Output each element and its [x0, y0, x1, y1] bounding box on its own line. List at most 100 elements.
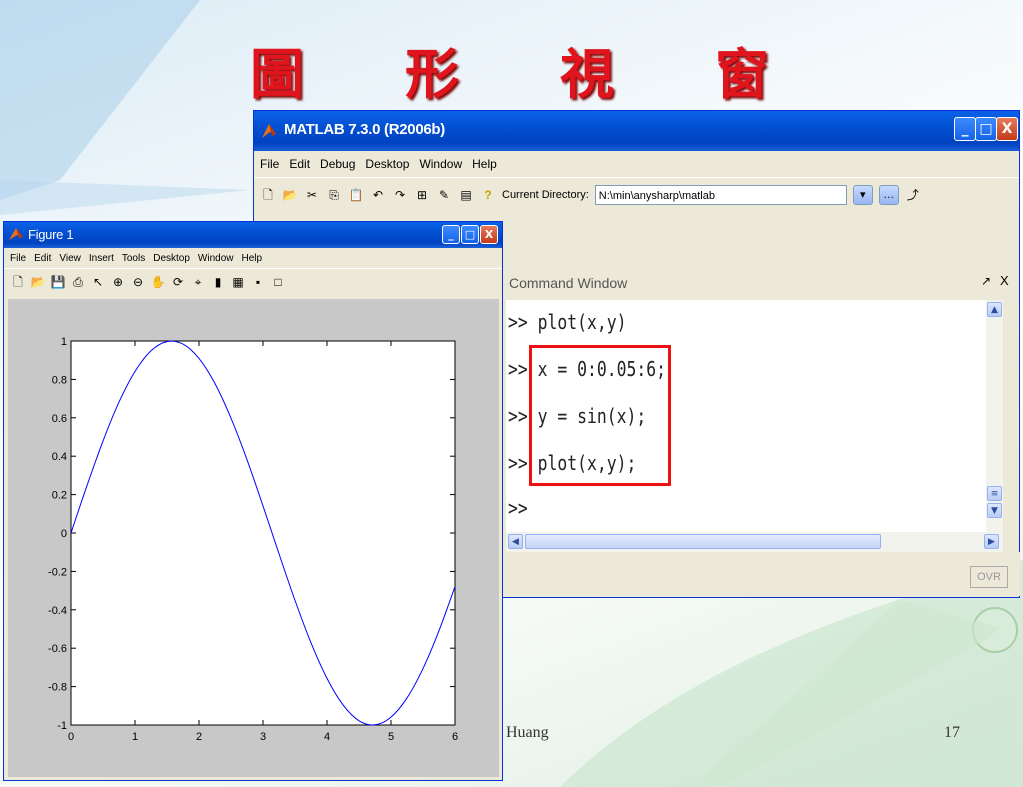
x-tick-label: 6	[452, 731, 458, 743]
footer-author: Huang	[506, 724, 549, 741]
rotate-3d-icon[interactable]: ⟳	[170, 274, 186, 290]
help-icon[interactable]: ?	[480, 187, 496, 203]
matlab-logo-icon	[8, 226, 24, 242]
fig-menu-file[interactable]: File	[10, 253, 26, 264]
figure-toolbar: 🗋 📂 💾 ⎙ ↖ ⊕ ⊖ ✋ ⟳ ⌖ ▮ ▦ ▪ □	[4, 268, 502, 295]
command-window-header: Command Window ↗ X	[506, 270, 1016, 298]
maximize-button[interactable]: □	[975, 117, 997, 141]
new-figure-icon[interactable]: 🗋	[10, 274, 26, 290]
guide-icon[interactable]: ✎	[436, 187, 452, 203]
scroll-up-icon[interactable]: ▲	[987, 302, 1002, 317]
sine-chart: 0 1 2 3 4 5 6 -1 -0.8 -0.6 -0.4 -0.2 0 0.2 0.4 0.6 0.8 1	[48, 336, 458, 743]
undock-icon[interactable]: ↗	[981, 274, 991, 288]
menu-file[interactable]: File	[260, 157, 279, 171]
directory-dropdown-button[interactable]: ▾	[852, 185, 873, 205]
new-file-icon[interactable]: 🗋	[260, 187, 276, 203]
data-cursor-icon[interactable]: ⌖	[190, 274, 206, 290]
figure-window-title: Figure 1	[28, 227, 74, 242]
save-icon[interactable]: 💾	[50, 274, 66, 290]
horizontal-scroll-thumb[interactable]	[525, 534, 881, 549]
figure-titlebar[interactable]: Figure 1 _ □ X	[4, 222, 502, 248]
show-plot-tools-icon[interactable]: □	[270, 274, 286, 290]
menu-help[interactable]: Help	[472, 157, 497, 171]
slide-title: 圖 形 視 窗	[250, 30, 810, 106]
menu-edit[interactable]: Edit	[289, 157, 310, 171]
zoom-in-icon[interactable]: ⊕	[110, 274, 126, 290]
current-directory-input[interactable]: N:\min\anysharp\matlab	[594, 185, 847, 205]
fig-menu-tools[interactable]: Tools	[122, 253, 145, 264]
minimize-button[interactable]: _	[954, 117, 976, 141]
y-tick-label: 0.4	[52, 451, 67, 463]
title-char-3: 視	[560, 42, 614, 106]
horizontal-scrollbar[interactable]: ◀ ▶	[506, 532, 1003, 552]
paste-icon[interactable]: 📋	[348, 187, 364, 203]
matlab-menubar: File Edit Debug Desktop Window Help	[254, 151, 1019, 177]
fig-menu-desktop[interactable]: Desktop	[153, 253, 190, 264]
figure-menubar: File Edit View Insert Tools Desktop Wind…	[4, 248, 502, 268]
x-tick-label: 3	[260, 731, 266, 743]
y-tick-label: 0.8	[52, 374, 67, 386]
vertical-scrollbar[interactable]: ▲ ≡ ▼	[986, 300, 1003, 532]
figure-plot-area: 0 1 2 3 4 5 6 -1 -0.8 -0.6 -0.4 -0.2 0 0.2 0.4 0.6 0.8 1	[8, 299, 499, 777]
y-tick-label: -0.6	[48, 643, 67, 655]
menu-debug[interactable]: Debug	[320, 157, 355, 171]
fig-menu-view[interactable]: View	[59, 253, 81, 264]
copy-icon[interactable]: ⎘	[326, 187, 342, 203]
scroll-grip-icon[interactable]: ≡	[987, 486, 1002, 501]
fig-menu-edit[interactable]: Edit	[34, 253, 51, 264]
profiler-icon[interactable]: ▤	[458, 187, 474, 203]
browse-folder-button[interactable]: …	[878, 185, 899, 205]
hide-plot-tools-icon[interactable]: ▪	[250, 274, 266, 290]
figure-maximize-button[interactable]: □	[461, 225, 479, 244]
parent-folder-icon[interactable]: ⤴	[905, 187, 921, 203]
scroll-right-icon[interactable]: ▶	[984, 534, 999, 549]
open-folder-icon[interactable]: 📂	[282, 187, 298, 203]
close-button[interactable]: X	[996, 117, 1018, 141]
menu-window[interactable]: Window	[419, 157, 462, 171]
zoom-out-icon[interactable]: ⊖	[130, 274, 146, 290]
command-line: >> plot(x,y)	[508, 310, 627, 334]
fig-menu-window[interactable]: Window	[198, 253, 234, 264]
ovr-indicator: OVR	[970, 566, 1008, 588]
simulink-icon[interactable]: ⊞	[414, 187, 430, 203]
figure-minimize-button[interactable]: _	[442, 225, 460, 244]
legend-icon[interactable]: ▦	[230, 274, 246, 290]
redo-icon[interactable]: ↷	[392, 187, 408, 203]
title-char-1: 圖	[250, 42, 304, 106]
fig-menu-help[interactable]: Help	[242, 253, 263, 264]
fig-menu-insert[interactable]: Insert	[89, 253, 114, 264]
scroll-left-icon[interactable]: ◀	[508, 534, 523, 549]
command-window-title: Command Window	[509, 275, 628, 291]
title-char-4: 窗	[715, 42, 769, 106]
close-pane-icon[interactable]: X	[1000, 273, 1009, 288]
matlab-titlebar[interactable]: MATLAB 7.3.0 (R2006b) _ □ X	[254, 111, 1019, 151]
menu-desktop[interactable]: Desktop	[365, 157, 409, 171]
x-tick-label: 5	[388, 731, 394, 743]
y-tick-label: -0.8	[48, 682, 67, 694]
matlab-toolbar: 🗋 📂 ✂ ⎘ 📋 ↶ ↷ ⊞ ✎ ▤ ? Current Directory:…	[254, 177, 1019, 212]
undo-icon[interactable]: ↶	[370, 187, 386, 203]
colorbar-icon[interactable]: ▮	[210, 274, 226, 290]
status-bar	[506, 552, 1020, 596]
print-icon[interactable]: ⎙	[70, 274, 86, 290]
pan-icon[interactable]: ✋	[150, 274, 166, 290]
command-prompt[interactable]: >>	[508, 496, 528, 520]
y-tick-label: -0.4	[48, 605, 67, 617]
matlab-logo-icon	[260, 122, 276, 138]
title-char-2: 形	[405, 42, 459, 106]
x-tick-label: 0	[68, 731, 74, 743]
y-tick-label: 0	[61, 528, 67, 540]
x-tick-label: 2	[196, 731, 202, 743]
figure-close-button[interactable]: X	[480, 225, 498, 244]
figure-window: Figure 1 _ □ X File Edit View Insert Too…	[3, 221, 503, 781]
open-file-icon[interactable]: 📂	[30, 274, 46, 290]
x-tick-label: 4	[324, 731, 330, 743]
cut-icon[interactable]: ✂	[304, 187, 320, 203]
matlab-window-title: MATLAB 7.3.0 (R2006b)	[284, 121, 445, 138]
x-tick-label: 1	[132, 731, 138, 743]
scroll-down-icon[interactable]: ▼	[987, 503, 1002, 518]
edit-plot-icon[interactable]: ↖	[90, 274, 106, 290]
y-tick-label: -0.2	[48, 566, 67, 578]
axes-box	[70, 340, 456, 726]
y-tick-label: 0.6	[52, 413, 67, 425]
